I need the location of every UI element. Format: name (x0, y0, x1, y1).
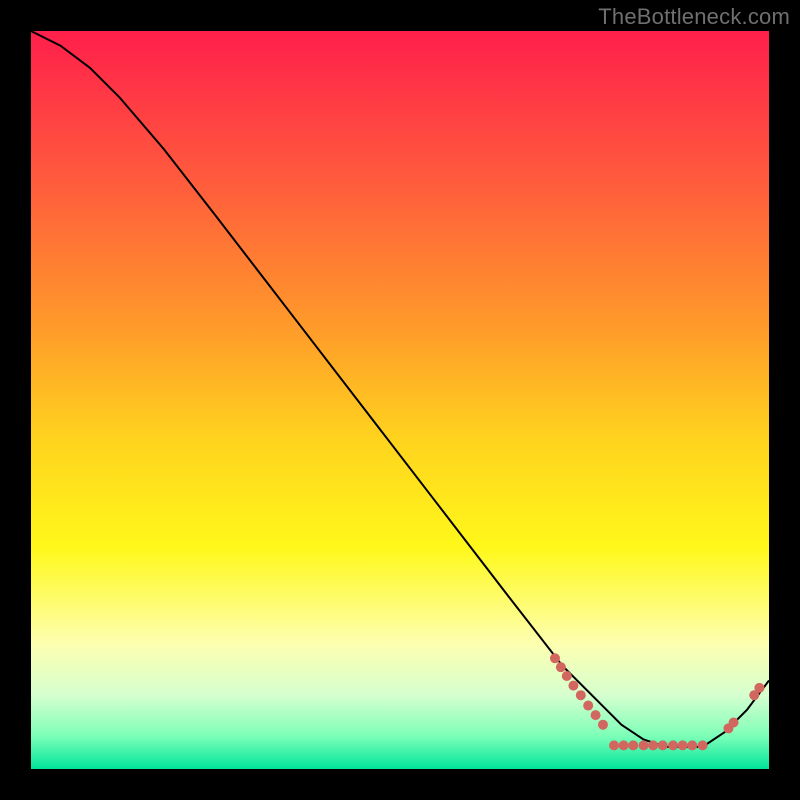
data-marker (598, 720, 608, 730)
data-marker (609, 740, 619, 750)
data-marker (648, 740, 658, 750)
data-marker (562, 671, 572, 681)
data-marker (668, 740, 678, 750)
data-marker (583, 701, 593, 711)
data-marker (576, 690, 586, 700)
data-marker (678, 740, 688, 750)
data-marker (619, 740, 629, 750)
data-marker (591, 710, 601, 720)
data-marker (658, 740, 668, 750)
gradient-background (31, 31, 769, 769)
watermark-text: TheBottleneck.com (598, 4, 790, 30)
plot-area (31, 31, 769, 769)
data-marker (550, 653, 560, 663)
data-marker (556, 662, 566, 672)
data-marker (639, 740, 649, 750)
data-marker (687, 740, 697, 750)
data-marker (568, 681, 578, 691)
plot-svg (31, 31, 769, 769)
data-marker (698, 740, 708, 750)
chart-frame: TheBottleneck.com (0, 0, 800, 800)
data-marker (754, 683, 764, 693)
data-marker (628, 740, 638, 750)
data-marker (729, 718, 739, 728)
